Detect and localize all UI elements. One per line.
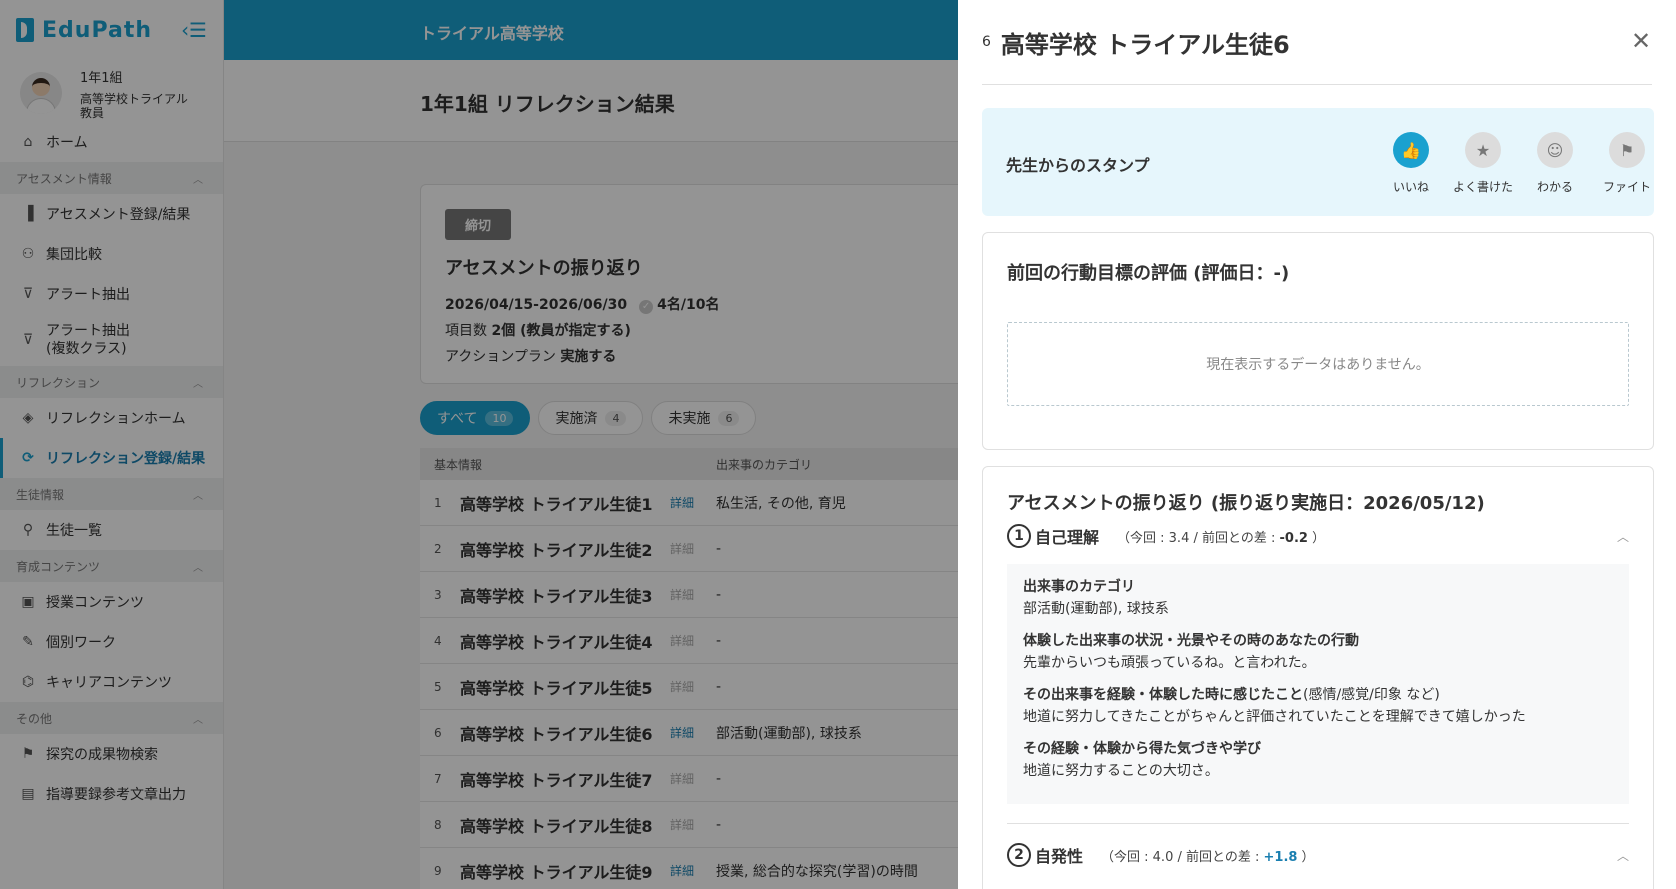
question-name: 自己理解: [1035, 528, 1100, 547]
flag-icon: ⚑: [1609, 132, 1645, 168]
question-1-header[interactable]: 1 自己理解 （今回 : 3.4 / 前回との差 : -0.2 ） ︿: [1007, 522, 1629, 550]
chevron-up-icon[interactable]: ︿: [1617, 847, 1629, 864]
stamp-well-written-button[interactable]: ★ よく書けた: [1447, 132, 1519, 195]
eval-title: 前回の行動目標の評価 (評価日：-): [1007, 263, 1290, 284]
question-number: 1: [1007, 524, 1031, 548]
question-name: 自発性: [1035, 847, 1084, 866]
close-icon[interactable]: ✕: [1628, 28, 1654, 54]
stamp-label: 先生からのスタンプ: [1006, 156, 1150, 175]
stamp-understand-button[interactable]: ☺ わかる: [1519, 132, 1591, 195]
panel-header: 6 高等学校 トライアル生徒6: [982, 0, 1652, 85]
divider: [1007, 823, 1629, 824]
question-1-body: 出来事のカテゴリ 部活動(運動部), 球技系 体験した出来事の状況・光景やその時…: [1007, 564, 1629, 804]
question-score: （今回 : 4.0 / 前回との差 : +1.8 ）: [1101, 849, 1315, 865]
panel-student-number: 6: [982, 34, 991, 50]
smile-icon: ☺: [1537, 132, 1573, 168]
student-detail-panel: 6 高等学校 トライアル生徒6 ✕ 先生からのスタンプ 👍 いいね ★ よく書けた …: [958, 0, 1676, 889]
reflection-section: アセスメントの振り返り (振り返り実施日：2026/05/12) 1 自己理解 …: [982, 466, 1654, 889]
modal-overlay[interactable]: [0, 0, 958, 889]
stamp-like-button[interactable]: 👍 いいね: [1375, 132, 1447, 195]
stamp-section: 先生からのスタンプ 👍 いいね ★ よく書けた ☺ わかる ⚑ ファイト: [982, 108, 1654, 216]
previous-goal-evaluation: 前回の行動目標の評価 (評価日：-) 現在表示するデータはありません。: [982, 232, 1654, 450]
question-number: 2: [1007, 843, 1031, 867]
panel-title: 高等学校 トライアル生徒6: [1000, 30, 1290, 59]
question-2-header[interactable]: 2 自発性 （今回 : 4.0 / 前回との差 : +1.8 ） ︿: [1007, 841, 1629, 869]
chevron-up-icon[interactable]: ︿: [1617, 528, 1629, 545]
thumbs-up-icon: 👍: [1393, 132, 1429, 168]
stamp-fight-button[interactable]: ⚑ ファイト: [1591, 132, 1663, 195]
star-icon: ★: [1465, 132, 1501, 168]
question-score: （今回 : 3.4 / 前回との差 : -0.2 ）: [1117, 530, 1326, 546]
reflection-title: アセスメントの振り返り (振り返り実施日：2026/05/12): [1007, 493, 1485, 514]
empty-message: 現在表示するデータはありません。: [1007, 322, 1629, 406]
